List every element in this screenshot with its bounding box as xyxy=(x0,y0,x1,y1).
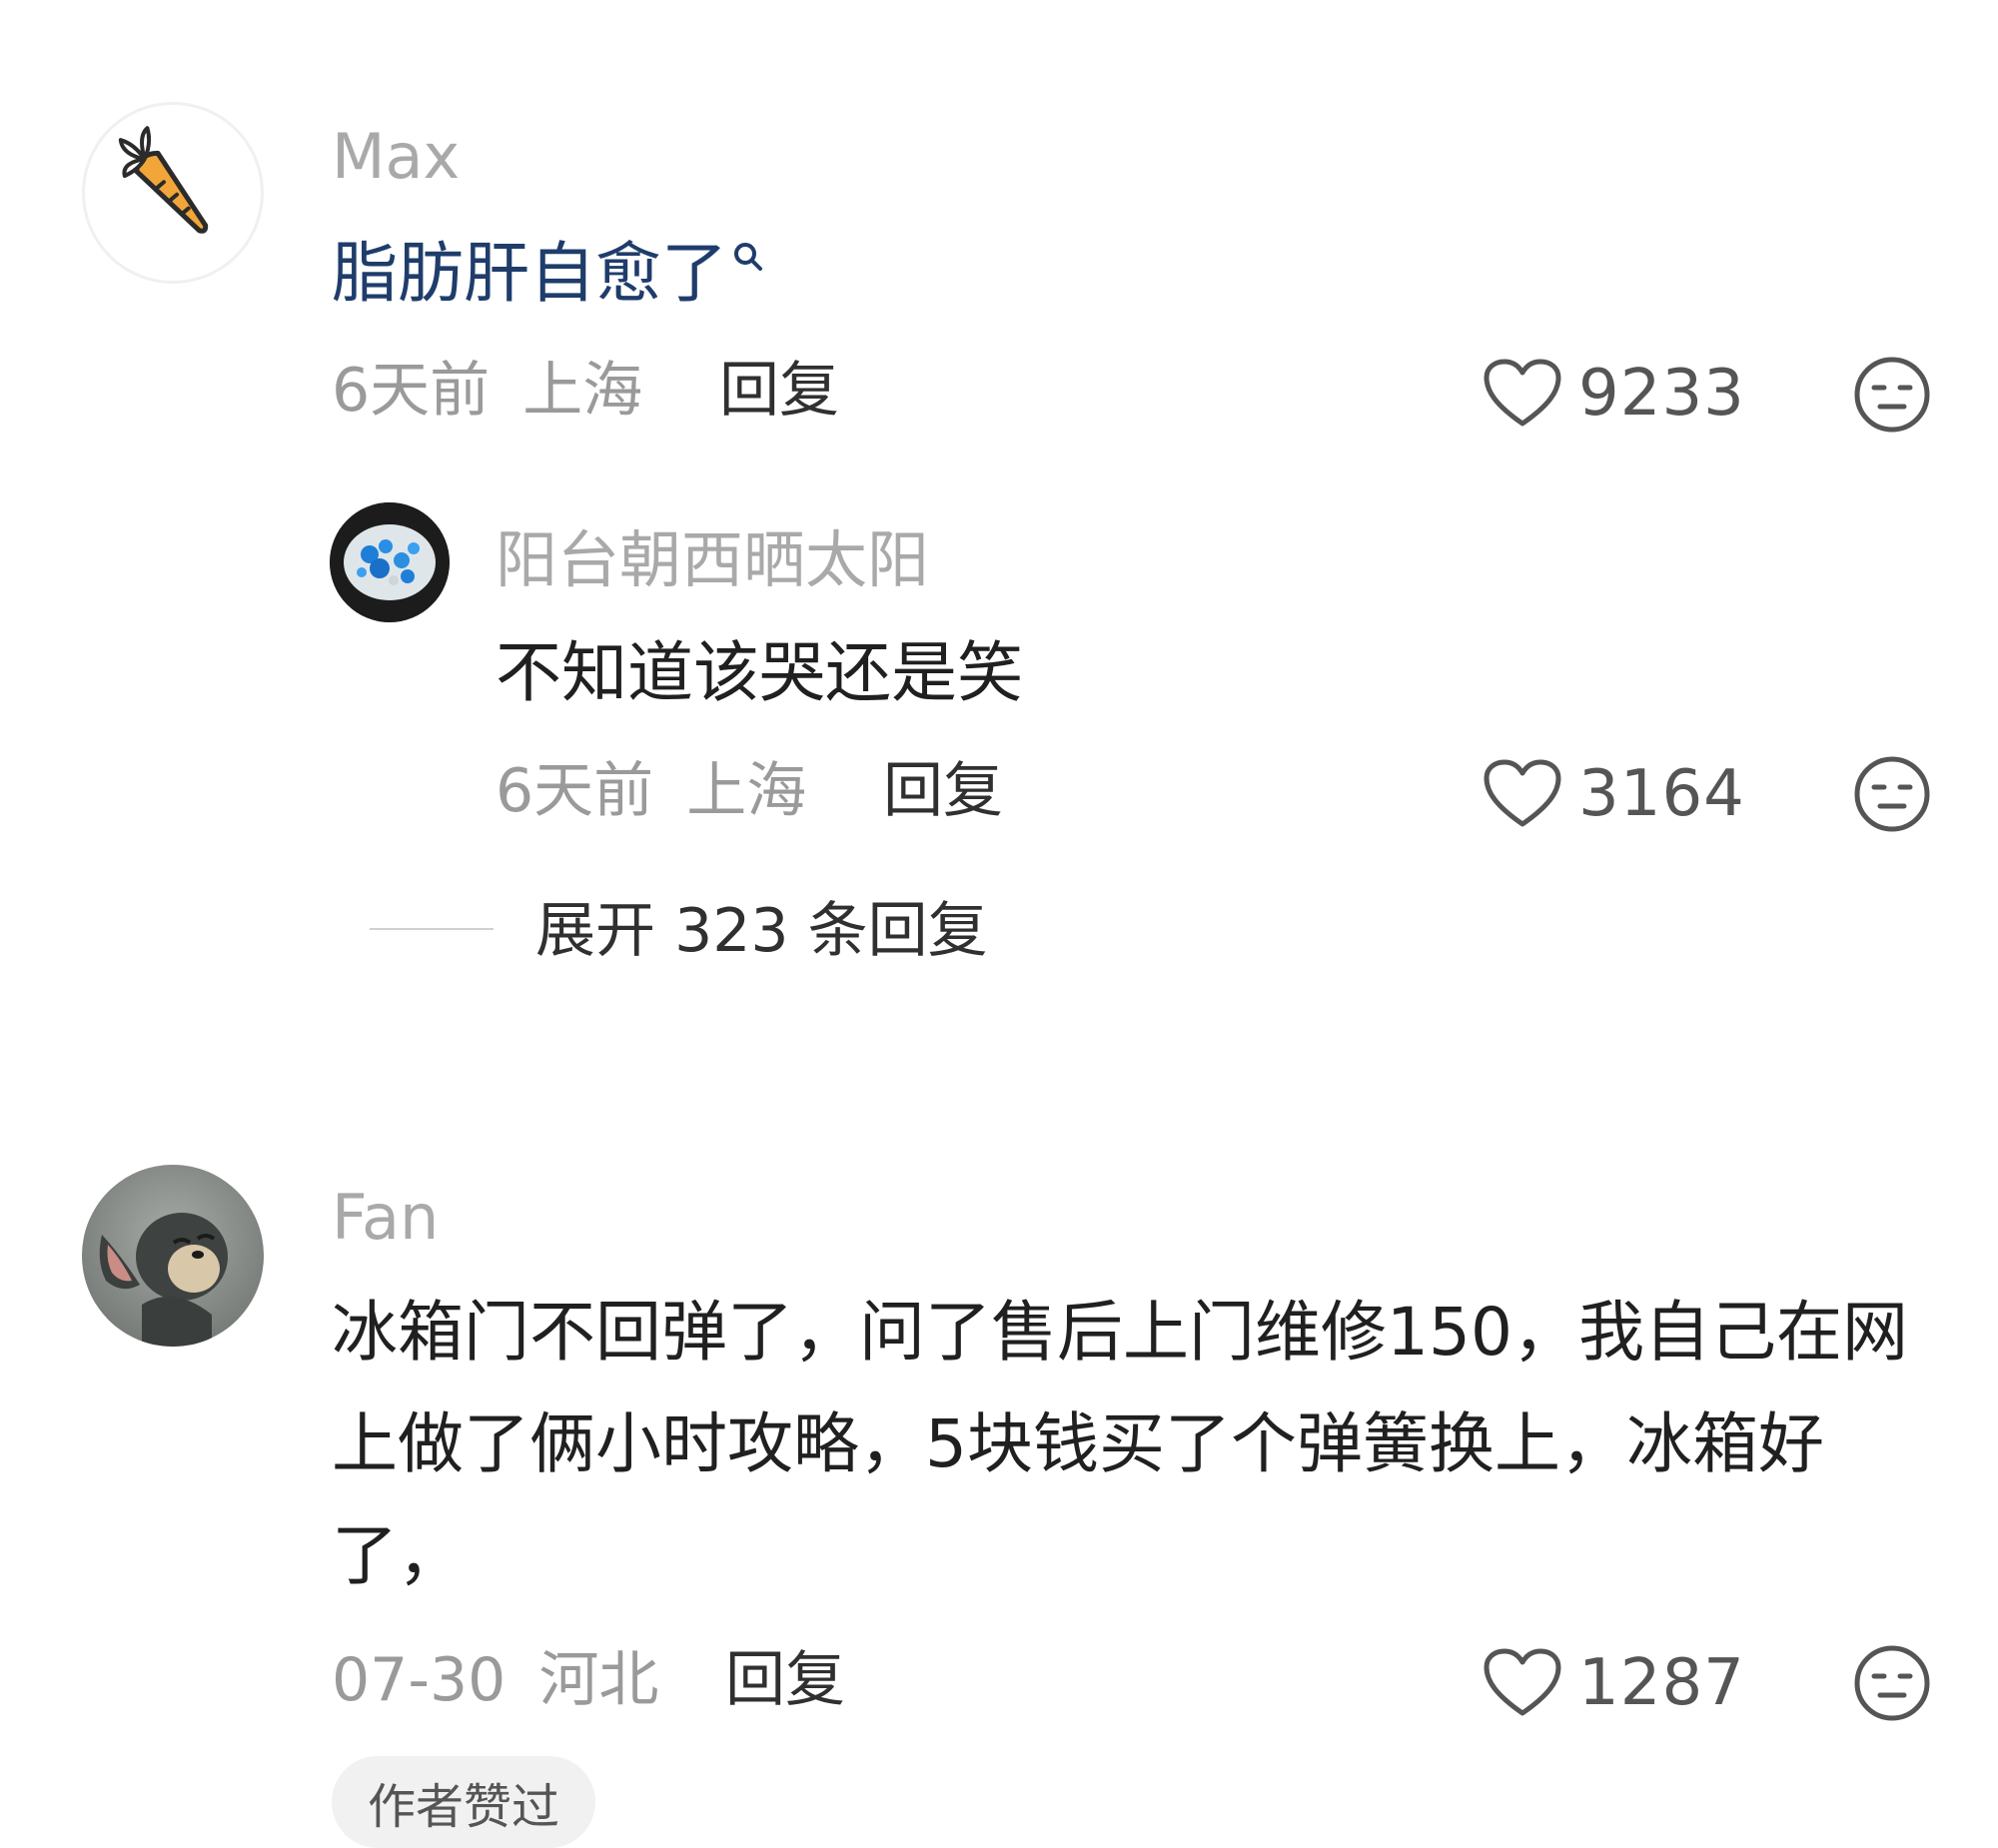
username[interactable]: Fan xyxy=(332,1187,439,1249)
reply-like-count: 3164 xyxy=(1578,757,1745,831)
comment-text[interactable]: 脂肪肝自愈了 xyxy=(332,218,765,330)
comment-meta: 07-30 河北 xyxy=(332,1650,658,1710)
comment-search-link[interactable]: 脂肪肝自愈了 xyxy=(332,235,727,312)
author-liked-badge: 作者赞过 xyxy=(332,1756,595,1848)
reply-button[interactable]: 回复 xyxy=(725,1650,845,1710)
neutral-face-icon[interactable] xyxy=(1852,754,1932,834)
reply-reply-button[interactable]: 回复 xyxy=(883,761,1003,821)
username[interactable]: Max xyxy=(332,126,460,188)
comment-text[interactable]: 冰箱门不回弹了，问了售后上门维修150，我自己在网上做了俩小时攻略，5块钱买了个… xyxy=(332,1277,1910,1612)
heart-icon xyxy=(1484,759,1561,827)
comment-location: 河北 xyxy=(538,1645,659,1715)
reply-button[interactable]: 回复 xyxy=(719,361,839,421)
carrot-icon xyxy=(118,126,209,234)
expand-replies-button[interactable]: 展开 323 条回复 xyxy=(535,901,988,961)
neutral-face-icon[interactable] xyxy=(1852,1643,1932,1723)
reply-meta: 6天前 上海 xyxy=(496,761,806,821)
like-count: 1287 xyxy=(1578,1646,1745,1720)
cartoon-cat-avatar xyxy=(82,1165,264,1347)
search-icon[interactable] xyxy=(731,240,765,280)
like-count: 9233 xyxy=(1578,357,1745,431)
reply-text[interactable]: 不知道该哭还是笑 xyxy=(496,617,1023,729)
avatar-max[interactable] xyxy=(82,102,264,284)
like-button[interactable]: 1287 xyxy=(1483,1640,1745,1726)
heart-icon xyxy=(1484,359,1561,427)
avatar-fan[interactable] xyxy=(82,1165,264,1347)
reply-time: 6天前 xyxy=(496,756,654,826)
expand-divider xyxy=(370,928,494,930)
heart-icon xyxy=(1484,1648,1561,1716)
comment-time: 07-30 xyxy=(332,1645,506,1715)
comment-location: 上海 xyxy=(522,356,643,426)
reply-like-button[interactable]: 3164 xyxy=(1483,751,1745,837)
reply-location: 上海 xyxy=(686,756,807,826)
neutral-face-icon[interactable] xyxy=(1852,355,1932,435)
avatar-reply[interactable] xyxy=(330,502,450,622)
like-button[interactable]: 9233 xyxy=(1483,351,1745,437)
comment-meta: 6天前 上海 xyxy=(332,361,642,421)
comment-time: 6天前 xyxy=(332,356,491,426)
blue-crystal-avatar xyxy=(330,502,450,622)
reply-username[interactable]: 阳台朝西晒太阳 xyxy=(496,529,929,591)
